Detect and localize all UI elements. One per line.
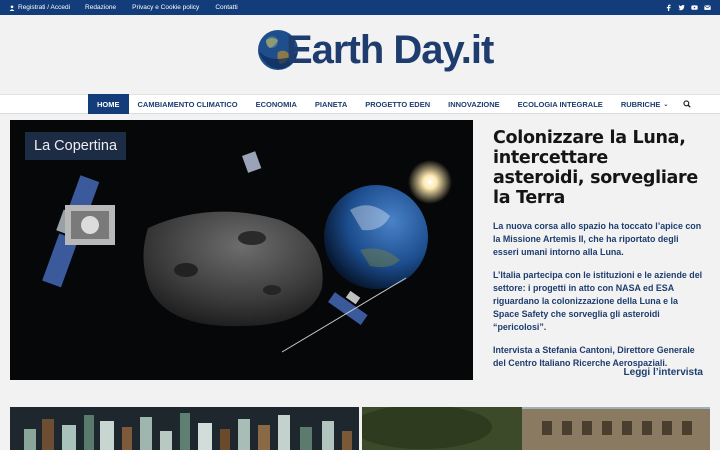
login-label: Registrati / Accedi [18, 4, 71, 11]
bottles-thumbnail[interactable] [10, 407, 359, 450]
contatti-link[interactable]: Contatti [215, 4, 237, 11]
article-paragraph-1: La nuova corsa allo spazio ha toccato l’… [493, 221, 702, 257]
read-interview-link[interactable]: Leggi l’intervista [624, 367, 703, 378]
search-icon [683, 100, 692, 108]
main-nav: HOME CAMBIAMENTO CLIMATICO ECONOMIA PIAN… [0, 94, 720, 114]
article-paragraph-2: L’Italia partecipa con le istituzioni e … [493, 270, 703, 332]
rubriche-label: RUBRICHE [620, 99, 661, 109]
cover-badge: La Copertina [25, 132, 127, 160]
social-links [665, 0, 711, 15]
nav-item-rubriche[interactable]: RUBRICHE ⌄ [612, 94, 678, 114]
youtube-icon[interactable] [691, 4, 698, 11]
facebook-icon[interactable] [665, 4, 672, 11]
twitter-icon[interactable] [678, 4, 685, 11]
site-logo[interactable]: Earth Day.it [256, 28, 494, 72]
login-link[interactable]: Registrati / Accedi [9, 4, 70, 11]
featured-article: Colonizzare la Luna, intercettare astero… [493, 128, 703, 370]
logo-wordmark: Earth Day.it [286, 28, 494, 72]
privacy-link[interactable]: Privacy e Cookie policy [132, 4, 199, 11]
user-icon [9, 4, 15, 11]
article-title[interactable]: Colonizzare la Luna, intercettare astero… [493, 128, 703, 208]
search-button[interactable] [683, 100, 692, 108]
nav-item-economia[interactable]: ECONOMIA [247, 94, 306, 114]
nav-item-cambiamento-climatico[interactable]: CAMBIAMENTO CLIMATICO [129, 94, 247, 114]
colosseum-image [362, 407, 710, 450]
bottles-image [10, 407, 359, 450]
redazione-link[interactable]: Redazione [85, 4, 116, 11]
nav-item-pianeta[interactable]: PIANETA [306, 94, 356, 114]
nav-item-progetto-eden[interactable]: PROGETTO EDEN [356, 94, 439, 114]
top-bar: Registrati / Accedi Redazione Privacy e … [0, 0, 720, 15]
nav-item-home[interactable]: HOME [88, 94, 129, 114]
colosseum-thumbnail[interactable] [362, 407, 710, 450]
email-icon[interactable] [704, 4, 711, 11]
header: Earth Day.it [0, 15, 720, 94]
chevron-down-icon: ⌄ [663, 101, 669, 108]
nav-item-innovazione[interactable]: INNOVAZIONE [439, 94, 509, 114]
hero-image[interactable]: La Copertina [10, 120, 473, 380]
nav-item-ecologia-integrale[interactable]: ECOLOGIA INTEGRALE [509, 94, 612, 114]
